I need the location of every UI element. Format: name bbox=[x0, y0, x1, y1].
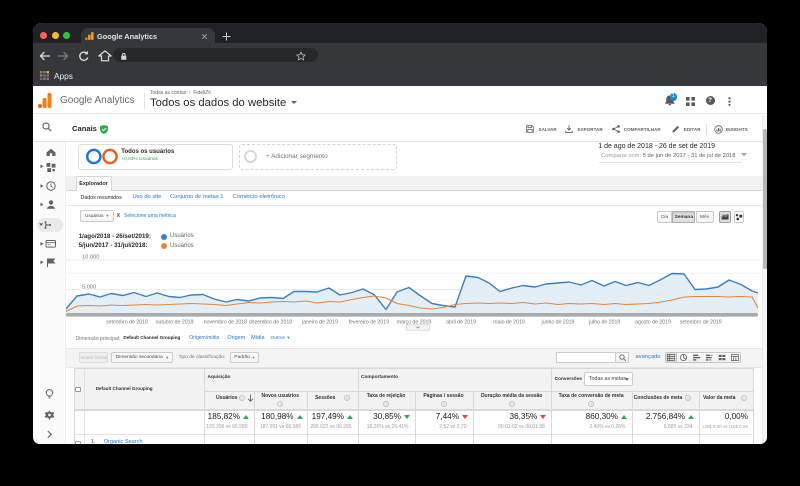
svg-text:julho de 2019: julho de 2019 bbox=[588, 320, 620, 326]
svg-text:janeiro de 2019: janeiro de 2019 bbox=[301, 320, 338, 326]
svg-text:abril de 2019: abril de 2019 bbox=[446, 320, 476, 326]
svg-text:dezembro de 2018: dezembro de 2018 bbox=[249, 320, 292, 326]
svg-text:agosto de 2019: agosto de 2019 bbox=[635, 320, 671, 326]
svg-text:10.000: 10.000 bbox=[82, 255, 99, 261]
svg-text:novembro de 2018: novembro de 2018 bbox=[204, 320, 247, 326]
svg-text:fevereiro de 2019: fevereiro de 2019 bbox=[349, 320, 389, 326]
svg-text:setembro de 2019: setembro de 2019 bbox=[680, 320, 722, 326]
svg-text:junho de 2019: junho de 2019 bbox=[541, 320, 575, 326]
svg-text:setembro de 2018: setembro de 2018 bbox=[106, 320, 148, 326]
svg-text:maio de 2019: maio de 2019 bbox=[493, 320, 525, 326]
svg-text:outubro de 2018: outubro de 2018 bbox=[156, 320, 194, 326]
svg-text:5.000: 5.000 bbox=[82, 284, 96, 290]
